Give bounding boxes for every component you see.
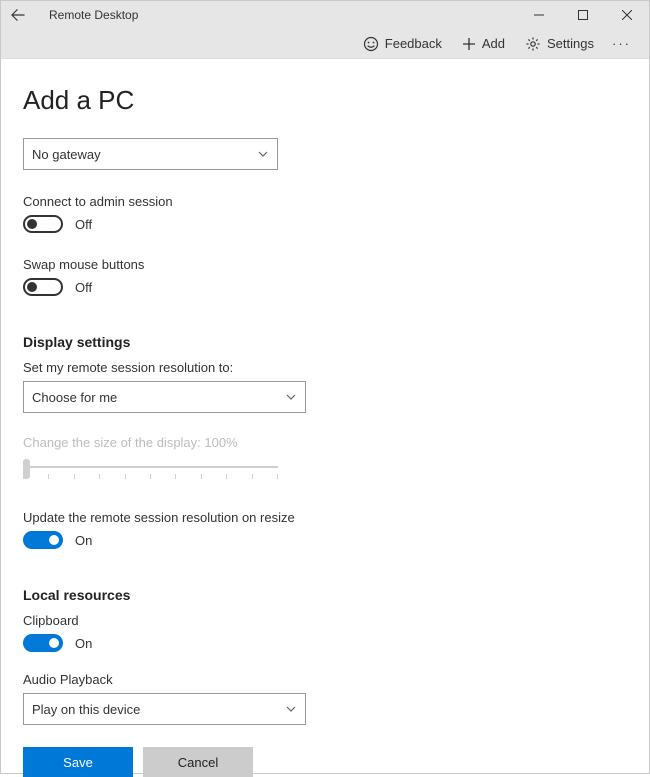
cancel-label: Cancel — [178, 755, 218, 770]
settings-label: Settings — [547, 36, 594, 51]
update-resize-toggle[interactable] — [23, 531, 63, 549]
clipboard-state: On — [75, 636, 92, 651]
audio-selected: Play on this device — [32, 702, 140, 717]
window-controls — [517, 1, 649, 29]
feedback-label: Feedback — [385, 36, 442, 51]
command-bar: Feedback Add Settings ··· — [1, 29, 649, 58]
maximize-button[interactable] — [561, 1, 605, 29]
clipboard-toggle[interactable] — [23, 634, 63, 652]
gateway-dropdown[interactable]: No gateway — [23, 138, 278, 170]
display-scale-label: Change the size of the display: 100% — [23, 435, 649, 450]
display-section-title: Display settings — [23, 334, 649, 350]
chevron-down-icon — [285, 703, 297, 715]
close-button[interactable] — [605, 1, 649, 29]
local-section-title: Local resources — [23, 587, 649, 603]
swap-mouse-toggle[interactable] — [23, 278, 63, 296]
title-bar-top: Remote Desktop — [1, 1, 649, 29]
app-title: Remote Desktop — [35, 8, 138, 22]
feedback-button[interactable]: Feedback — [355, 32, 450, 56]
display-scale-slider[interactable] — [23, 462, 278, 486]
resolution-dropdown[interactable]: Choose for me — [23, 381, 306, 413]
resolution-label: Set my remote session resolution to: — [23, 360, 649, 375]
slider-track — [23, 466, 278, 468]
title-bar: Remote Desktop Feedback Add Settings — [1, 1, 649, 59]
add-button[interactable]: Add — [454, 32, 513, 55]
gateway-selected: No gateway — [32, 147, 101, 162]
plus-icon — [462, 37, 476, 51]
audio-label: Audio Playback — [23, 672, 649, 687]
cancel-button[interactable]: Cancel — [143, 747, 253, 777]
swap-mouse-label: Swap mouse buttons — [23, 257, 649, 272]
add-label: Add — [482, 36, 505, 51]
back-button[interactable] — [1, 1, 35, 29]
admin-session-label: Connect to admin session — [23, 194, 649, 209]
clipboard-label: Clipboard — [23, 613, 649, 628]
more-button[interactable]: ··· — [606, 32, 637, 55]
button-row: Save Cancel — [23, 747, 649, 777]
resolution-selected: Choose for me — [32, 390, 117, 405]
minimize-icon — [534, 10, 544, 20]
content: Add a PC No gateway Connect to admin ses… — [1, 59, 649, 777]
maximize-icon — [578, 10, 588, 20]
slider-ticks — [23, 474, 278, 480]
update-resize-label: Update the remote session resolution on … — [23, 510, 649, 525]
swap-mouse-state: Off — [75, 280, 92, 295]
chevron-down-icon — [257, 148, 269, 160]
more-icon: ··· — [612, 36, 631, 51]
settings-button[interactable]: Settings — [517, 32, 602, 56]
audio-dropdown[interactable]: Play on this device — [23, 693, 306, 725]
back-arrow-icon — [11, 8, 25, 22]
gear-icon — [525, 36, 541, 52]
admin-session-toggle[interactable] — [23, 215, 63, 233]
chevron-down-icon — [285, 391, 297, 403]
save-label: Save — [63, 755, 93, 770]
close-icon — [622, 10, 632, 20]
admin-session-state: Off — [75, 217, 92, 232]
page-title: Add a PC — [23, 85, 649, 116]
feedback-icon — [363, 36, 379, 52]
update-resize-state: On — [75, 533, 92, 548]
save-button[interactable]: Save — [23, 747, 133, 777]
minimize-button[interactable] — [517, 1, 561, 29]
